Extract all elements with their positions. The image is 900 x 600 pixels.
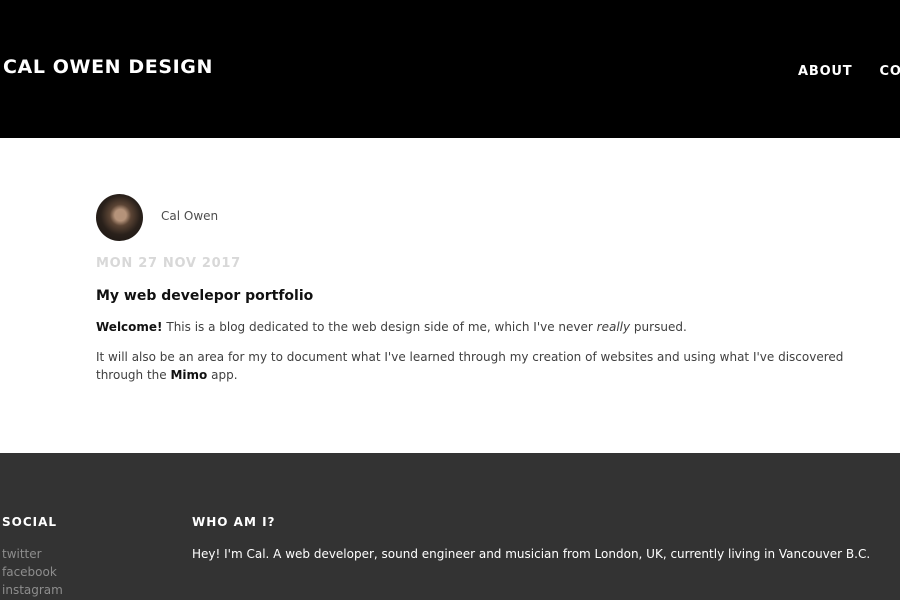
social-link-facebook[interactable]: facebook [2, 563, 63, 581]
paragraph-1-text-a: This is a blog dedicated to the web desi… [162, 320, 597, 334]
who-am-i-text: Hey! I'm Cal. A web developer, sound eng… [192, 547, 871, 561]
post-paragraph-1: Welcome! This is a blog dedicated to the… [96, 318, 856, 336]
social-link-instagram[interactable]: instagram [2, 581, 63, 599]
social-links-list: twitter facebook instagram [2, 545, 63, 599]
social-heading: SOCIAL [2, 515, 58, 529]
nav-about-link[interactable]: ABOUT [798, 64, 852, 79]
mimo-bold: Mimo [170, 368, 208, 382]
post-date: MON 27 NOV 2017 [96, 256, 241, 271]
blog-post: Cal Owen MON 27 NOV 2017 My web develepo… [0, 138, 900, 453]
who-am-i-heading: WHO AM I? [192, 515, 276, 529]
paragraph-1-text-b: pursued. [630, 320, 687, 334]
post-paragraph-2: It will also be an area for my to docume… [96, 348, 856, 384]
author-avatar [96, 194, 143, 241]
welcome-bold: Welcome! [96, 320, 163, 334]
site-footer: SOCIAL twitter facebook instagram WHO AM… [0, 453, 900, 600]
site-title-link[interactable]: CAL OWEN DESIGN [3, 56, 213, 78]
nav-contact-link[interactable]: CONTACT [880, 64, 900, 79]
site-header: CAL OWEN DESIGN ABOUT CONTACT [0, 0, 900, 138]
post-title: My web develepor portfolio [96, 288, 314, 304]
main-nav: ABOUT CONTACT [798, 60, 900, 79]
author-name: Cal Owen [161, 209, 219, 223]
really-italic: really [596, 320, 631, 334]
social-link-twitter[interactable]: twitter [2, 545, 63, 563]
paragraph-2-text-b: app. [207, 368, 238, 382]
